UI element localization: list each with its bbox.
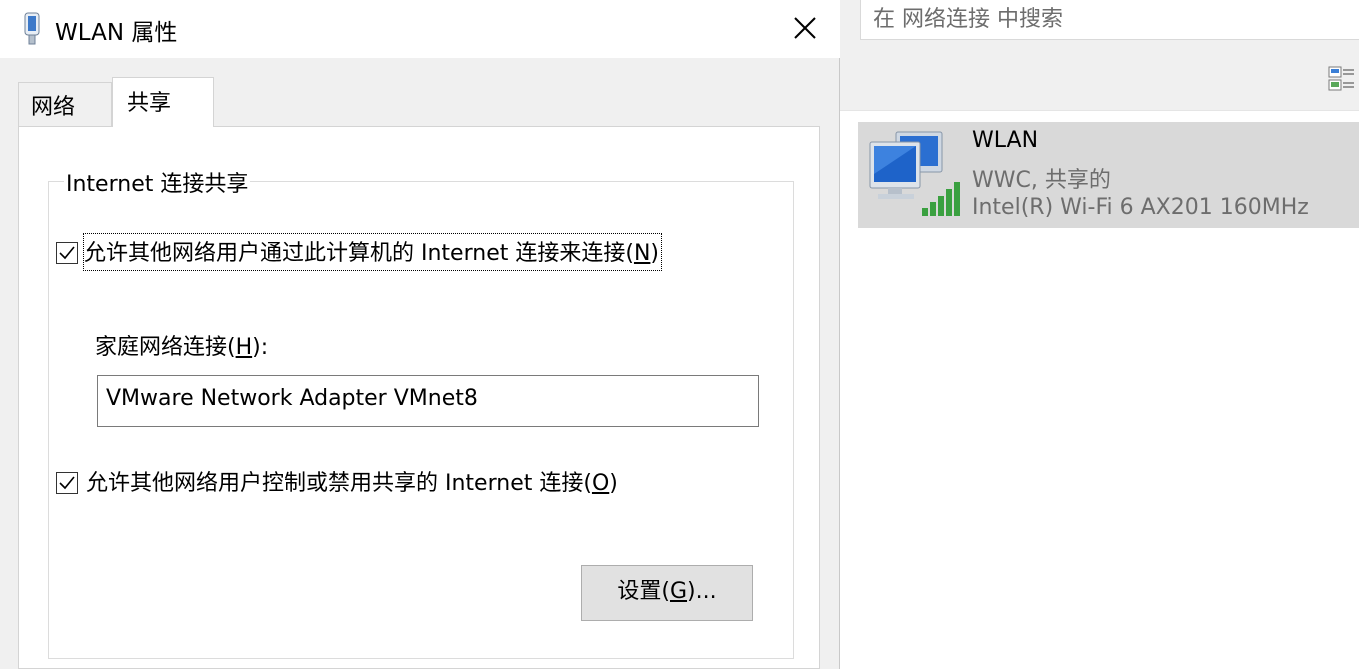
settings-button[interactable]: 设置(G)... <box>581 565 753 621</box>
checkmark-icon <box>59 246 75 260</box>
sharing-tab-panel: Internet 连接共享 允许其他网络用户通过此计算机的 Internet 连… <box>18 126 820 669</box>
explorer-toolbar <box>840 48 1359 111</box>
connection-status: WWC, 共享的 <box>972 168 1111 193</box>
tab-network[interactable]: 网络 <box>18 82 112 126</box>
wireless-network-icon <box>869 131 960 216</box>
search-strip: 在 网络连接 中搜索 <box>840 0 1359 48</box>
allow-control-label[interactable]: 允许其他网络用户控制或禁用共享的 Internet 连接(O) <box>86 465 618 497</box>
home-network-value: VMware Network Adapter VMnet8 <box>106 386 478 411</box>
change-view-icon[interactable] <box>1328 64 1356 94</box>
connection-item-wlan[interactable]: WLAN WWC, 共享的 Intel(R) Wi-Fi 6 AX201 160… <box>858 122 1359 228</box>
close-icon <box>794 17 816 39</box>
dialog-titlebar: WLAN 属性 <box>0 0 840 58</box>
connection-device: Intel(R) Wi-Fi 6 AX201 160MHz <box>972 195 1309 220</box>
wlan-properties-dialog: WLAN 属性 网络 共享 Internet 连接共享 允许其他网络用户通过此计… <box>0 0 840 669</box>
network-connections-window: 在 网络连接 中搜索 WLAN WWC, 共享的 Intel(R) Wi-Fi … <box>840 0 1359 669</box>
close-button[interactable] <box>780 8 830 48</box>
network-adapter-icon <box>24 12 40 45</box>
home-network-label: 家庭网络连接(H): <box>95 335 269 360</box>
group-title: Internet 连接共享 <box>64 166 251 198</box>
tab-sharing[interactable]: 共享 <box>112 77 214 127</box>
connection-name: WLAN <box>972 128 1039 153</box>
home-network-connection-field[interactable]: VMware Network Adapter VMnet8 <box>97 375 759 427</box>
search-placeholder: 在 网络连接 中搜索 <box>873 7 1063 32</box>
allow-control-checkbox[interactable] <box>56 472 78 494</box>
search-input[interactable]: 在 网络连接 中搜索 <box>860 0 1359 40</box>
allow-sharing-label[interactable]: 允许其他网络用户通过此计算机的 Internet 连接来连接(N) <box>83 233 662 271</box>
allow-sharing-checkbox[interactable] <box>56 242 78 264</box>
checkmark-icon <box>59 476 75 490</box>
dialog-title: WLAN 属性 <box>55 20 178 46</box>
